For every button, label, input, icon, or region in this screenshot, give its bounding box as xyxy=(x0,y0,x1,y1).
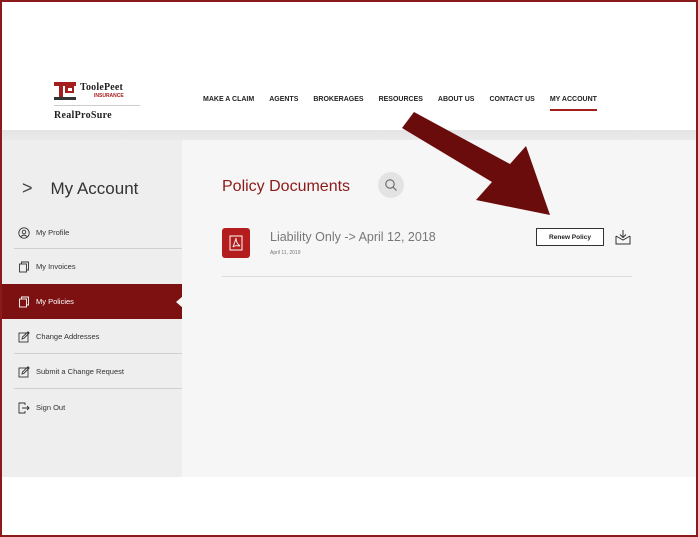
main-content: Policy Documents Liability Only -> April… xyxy=(182,140,696,477)
sidebar-item-submit-change-request[interactable]: Submit a Change Request xyxy=(2,354,182,389)
page-title: Policy Documents xyxy=(222,178,351,195)
sidebar-item-label: Submit a Change Request xyxy=(36,367,124,376)
search-icon xyxy=(385,179,397,191)
download-icon[interactable] xyxy=(614,228,632,246)
sidebar-item-my-profile[interactable]: My Profile xyxy=(2,215,182,250)
nav-my-account[interactable]: MY ACCOUNT xyxy=(549,96,597,111)
edit-icon xyxy=(18,330,30,342)
pdf-file-icon xyxy=(229,235,243,251)
sidebar-item-label: My Policies xyxy=(36,297,74,306)
logo-sub: INSURANCE xyxy=(94,93,124,99)
nav-make-a-claim[interactable]: MAKE A CLAIM xyxy=(203,96,254,103)
logo-divider xyxy=(54,105,140,106)
sidebar-item-label: Change Addresses xyxy=(36,332,100,341)
page-bottom xyxy=(2,477,696,535)
pdf-icon[interactable] xyxy=(222,228,250,258)
nav-contact-us[interactable]: CONTACT US xyxy=(489,96,534,103)
edit-icon xyxy=(18,365,30,377)
copy-icon xyxy=(19,261,29,272)
copy-icon xyxy=(19,296,29,307)
sidebar-item-label: Sign Out xyxy=(36,403,66,412)
nav-about-us[interactable]: ABOUT US xyxy=(438,96,475,103)
nav-resources[interactable]: RESOURCES xyxy=(379,96,423,103)
chevron-right-icon: > xyxy=(22,178,33,198)
account-sidebar: > My Account My Profile My Invoices My P… xyxy=(2,140,183,477)
site-header: ToolePeet INSURANCE RealProSure MAKE A C… xyxy=(2,74,696,130)
sidebar-item-change-addresses[interactable]: Change Addresses xyxy=(2,319,182,354)
search-button[interactable] xyxy=(378,172,404,198)
sidebar-item-label: My Invoices xyxy=(36,262,76,271)
logo-product: RealProSure xyxy=(54,110,112,121)
logo-brand: ToolePeet xyxy=(80,82,124,93)
nav-brokerages[interactable]: BROKERAGES xyxy=(313,96,363,103)
nav-agents[interactable]: AGENTS xyxy=(269,96,298,103)
tp-logo-mark xyxy=(54,82,76,102)
main-nav: MAKE A CLAIM AGENTS BROKERAGES RESOURCES… xyxy=(203,96,612,111)
renew-policy-button[interactable]: Renew Policy xyxy=(536,228,604,246)
document-divider xyxy=(222,276,632,277)
sidebar-item-label: My Profile xyxy=(36,228,70,237)
sign-out-icon xyxy=(18,402,30,413)
sidebar-item-sign-out[interactable]: Sign Out xyxy=(2,390,182,425)
sidebar-title-text: My Account xyxy=(50,178,139,198)
document-title[interactable]: Liability Only -> April 12, 2018 xyxy=(270,230,436,244)
sidebar-item-my-invoices[interactable]: My Invoices xyxy=(2,249,182,284)
document-date: April 11, 2019 xyxy=(270,250,301,256)
toolepeet-logo[interactable]: ToolePeet INSURANCE RealProSure xyxy=(54,82,140,124)
sidebar-divider xyxy=(14,388,182,389)
profile-icon xyxy=(18,226,30,239)
sidebar-title: > My Account xyxy=(22,178,138,199)
sidebar-item-my-policies[interactable]: My Policies xyxy=(2,284,183,319)
